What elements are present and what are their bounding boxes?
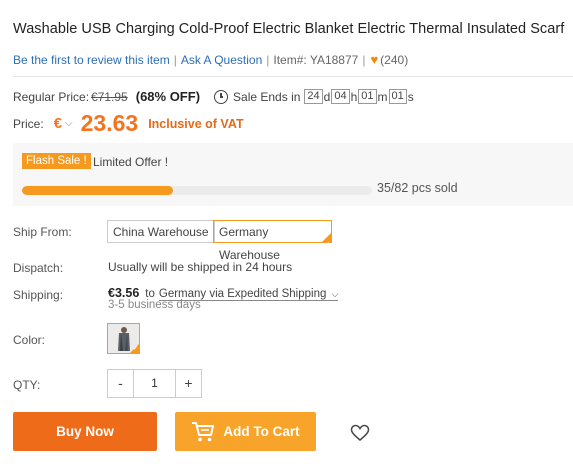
clock-icon — [214, 89, 229, 104]
warehouse-option-label: Germany Warehouse — [219, 225, 280, 262]
timer-days-unit: d — [323, 89, 331, 104]
chevron-down-icon: ⌵ — [331, 289, 339, 299]
timer-hours: 04 — [331, 89, 350, 104]
chevron-down-icon[interactable]: ⌵ — [65, 118, 73, 129]
sold-progress-fill — [22, 186, 173, 195]
dispatch-label: Dispatch: — [13, 261, 64, 275]
ask-question-link[interactable]: Ask A Question — [181, 53, 262, 67]
add-to-cart-button[interactable]: Add To Cart — [175, 412, 316, 451]
limited-offer-text: Limited Offer ! — [93, 155, 169, 169]
regular-price: €71.95 — [91, 89, 128, 104]
currency-selector[interactable]: € — [54, 115, 62, 132]
wishlist-heart-icon[interactable] — [350, 424, 370, 447]
vat-note: Inclusive of VAT — [148, 116, 244, 131]
cart-icon — [192, 421, 215, 441]
regular-price-label: Regular Price: — [13, 89, 90, 104]
shipping-label: Shipping: — [13, 288, 64, 302]
qty-label: QTY: — [13, 378, 41, 392]
add-to-cart-label: Add To Cart — [223, 424, 300, 439]
check-corner-icon — [322, 233, 331, 257]
separator: | — [266, 52, 270, 67]
flash-sale-tag: Flash Sale ! — [22, 153, 91, 169]
sold-progress-bar — [22, 186, 372, 195]
product-meta: Be the first to review this item | Ask A… — [13, 52, 408, 67]
ship-from-label: Ship From: — [13, 225, 72, 239]
quantity-stepper: - 1 + — [107, 369, 202, 398]
timer-seconds-unit: s — [407, 89, 414, 104]
flash-sale-panel — [13, 143, 573, 206]
price-label: Price: — [13, 116, 44, 131]
timer-seconds: 01 — [388, 89, 407, 104]
separator: | — [173, 52, 177, 67]
divider — [13, 76, 573, 77]
sold-count: 35/82 pcs sold — [377, 181, 458, 195]
color-label: Color: — [13, 333, 46, 347]
review-link[interactable]: Be the first to review this item — [13, 53, 170, 67]
item-number: Item#: YA18877 — [273, 52, 359, 67]
color-swatch[interactable] — [107, 323, 140, 354]
timer-hours-unit: h — [350, 89, 358, 104]
heart-icon: ♥ — [370, 52, 379, 67]
warehouse-option-china[interactable]: China Warehouse — [107, 220, 215, 243]
qty-plus-button[interactable]: + — [175, 370, 201, 397]
check-corner-icon — [130, 344, 139, 353]
sale-timer: Sale Ends in 24 d 04 h 01 m 01 s — [214, 89, 414, 104]
discount-badge: (68% OFF) — [135, 89, 201, 104]
warehouse-option-germany[interactable]: Germany Warehouse — [213, 220, 332, 262]
current-price: 23.63 — [80, 110, 139, 136]
timer-minutes: 01 — [358, 89, 377, 104]
qty-minus-button[interactable]: - — [108, 370, 134, 397]
product-title: Washable USB Charging Cold-Proof Electri… — [13, 21, 565, 37]
price-row: Price: € ⌵ 23.63 Inclusive of VAT — [13, 110, 244, 137]
dispatch-value: Usually will be shipped in 24 hours — [108, 260, 293, 274]
buy-now-button[interactable]: Buy Now — [13, 412, 157, 451]
shipping-price: €3.56 — [108, 286, 140, 300]
shipping-days: 3-5 business days — [108, 299, 201, 311]
qty-input[interactable]: 1 — [134, 370, 175, 397]
separator: | — [362, 52, 366, 67]
timer-minutes-unit: m — [377, 89, 388, 104]
sale-ends-label: Sale Ends in — [233, 89, 301, 104]
wish-count: (240) — [380, 52, 409, 67]
timer-days: 24 — [304, 89, 323, 104]
regular-price-row: Regular Price: €71.95 (68% OFF) Sale End… — [13, 89, 414, 104]
